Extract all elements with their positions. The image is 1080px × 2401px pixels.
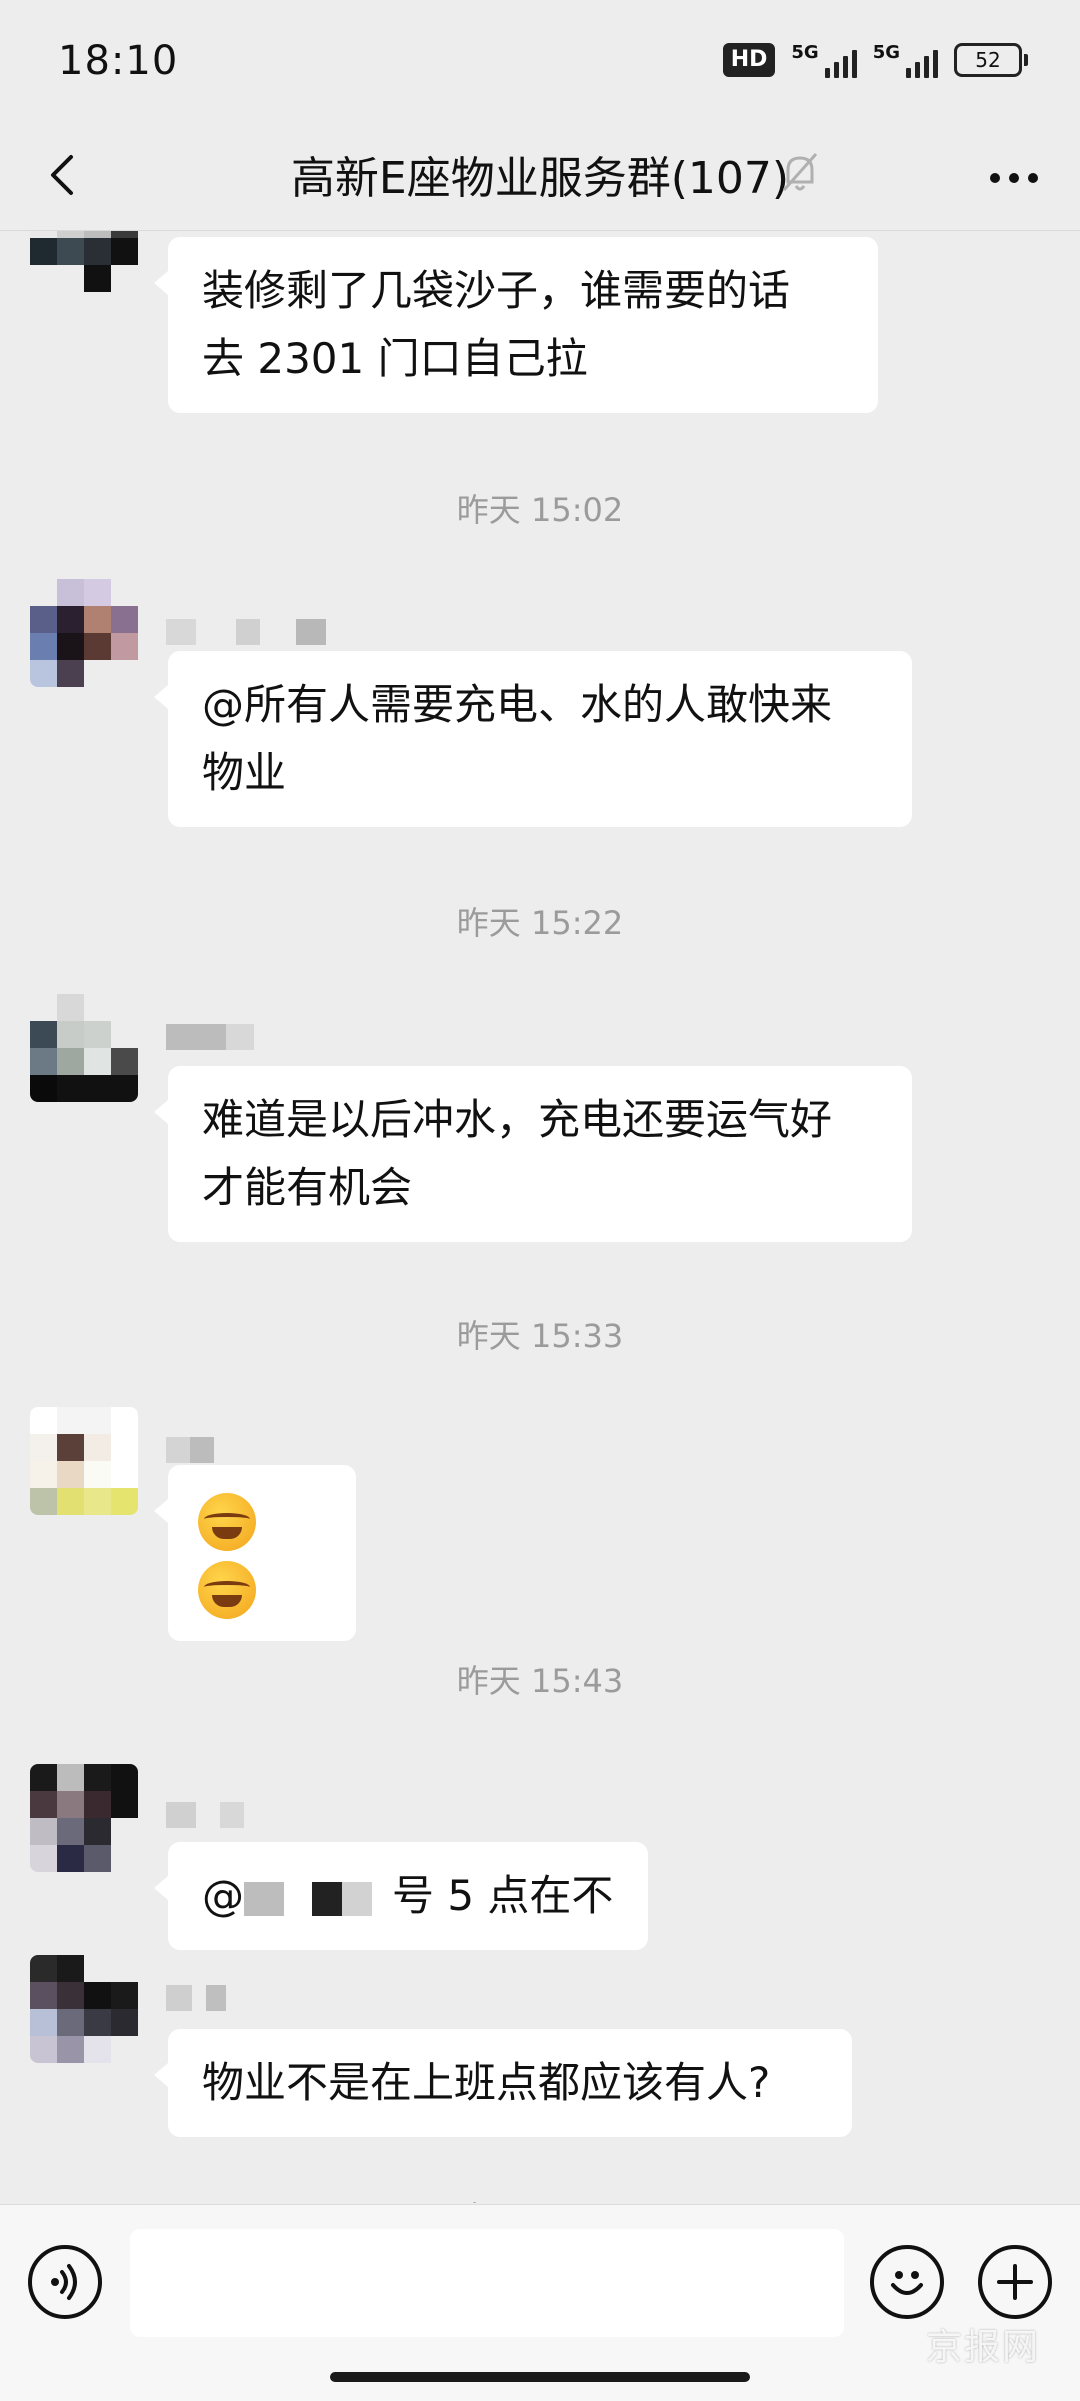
avatar[interactable]: [30, 231, 138, 319]
avatar[interactable]: [30, 1955, 138, 2063]
message-text-line: 物业: [202, 748, 287, 797]
crying-laughing-emoji-icon: [198, 1560, 256, 1619]
timestamp: 昨天 15:02: [456, 491, 624, 529]
signal-1-label: 5G: [791, 42, 819, 63]
more-dots-icon: [990, 173, 1038, 183]
message-text-line: 难道是以后冲水，充电还要运气好: [202, 1095, 833, 1144]
chat-message-list[interactable]: 装修剩了几袋沙子，谁需要的话 去 2301 门口自己拉 昨天 15:02 @所有…: [0, 231, 1080, 2203]
message-text-line: 物业不是在上班点都应该有人?: [202, 2058, 771, 2107]
message-bubble[interactable]: 难道是以后冲水，充电还要运气好 才能有机会: [154, 1066, 912, 1242]
voice-input-button[interactable]: [28, 2245, 102, 2319]
message-bubble[interactable]: 物业不是在上班点都应该有人?: [154, 2029, 852, 2137]
mention-prefix: @: [202, 1871, 244, 1920]
sender-name-blurred: [166, 619, 326, 645]
battery-icon: 52: [954, 43, 1028, 77]
blurred-text: [372, 1881, 392, 1916]
timestamp: 昨天 16:05: [0, 2193, 1080, 2203]
message-input[interactable]: [130, 2229, 844, 2337]
signal-2-icon: 5G: [873, 42, 938, 78]
blurred-text: [244, 1881, 284, 1916]
message-text-line: @所有人需要充电、水的人敢快来: [202, 680, 833, 729]
message-bubble[interactable]: @所有人需要充电、水的人敢快来 物业: [154, 651, 912, 827]
avatar[interactable]: [30, 579, 138, 687]
avatar[interactable]: [30, 994, 138, 1102]
message-text-line: 装修剩了几袋沙子，谁需要的话: [202, 266, 791, 315]
blurred-text: [284, 1881, 312, 1916]
blurred-text: [312, 1881, 342, 1916]
timestamp: 昨天 15:43: [456, 1662, 624, 1700]
message-bubble[interactable]: [154, 1465, 356, 1641]
watermark-logo: 京报网: [925, 2327, 1040, 2368]
signal-1-icon: 5G: [791, 42, 857, 78]
status-icons: HD 5G 5G 52: [722, 42, 1028, 78]
message-text-suffix: 号 5 点在不: [392, 1871, 614, 1920]
message-bubble[interactable]: @ 号 5 点在不: [154, 1842, 648, 1950]
mute-bell-icon: [780, 150, 820, 198]
voice-wave-icon: [51, 2264, 77, 2300]
message-text-line: 去 2301 门口自己拉: [202, 334, 588, 383]
smiley-icon: [891, 2271, 923, 2295]
more-options-button[interactable]: [984, 148, 1044, 208]
message-bubble[interactable]: 装修剩了几袋沙子，谁需要的话 去 2301 门口自己拉: [154, 237, 878, 413]
crying-laughing-emoji-icon: [198, 1492, 256, 1551]
status-bar: 18:10 HD 5G 5G 52: [0, 0, 1080, 120]
plus-icon: [997, 2264, 1033, 2300]
chat-header: 高新E座物业服务群(107): [0, 120, 1080, 231]
message-text-line: 才能有机会: [202, 1163, 413, 1212]
avatar[interactable]: [30, 1407, 138, 1515]
sender-name-blurred: [166, 1437, 214, 1463]
sender-name-blurred: [166, 1024, 254, 1050]
hd-icon: HD: [722, 43, 776, 77]
home-indicator[interactable]: [330, 2372, 750, 2382]
emoji-button[interactable]: [870, 2245, 944, 2319]
timestamp: 昨天 15:33: [456, 1317, 624, 1355]
sender-name-blurred: [166, 1985, 226, 2011]
status-time: 18:10: [58, 38, 179, 84]
chat-title: 高新E座物业服务群(107): [290, 153, 790, 204]
blurred-text: [342, 1881, 372, 1916]
signal-2-label: 5G: [872, 42, 900, 63]
timestamp: 昨天 15:22: [456, 904, 624, 942]
more-functions-button[interactable]: [978, 2245, 1052, 2319]
sender-name-blurred: [166, 1802, 244, 1828]
avatar[interactable]: [30, 1764, 138, 1872]
